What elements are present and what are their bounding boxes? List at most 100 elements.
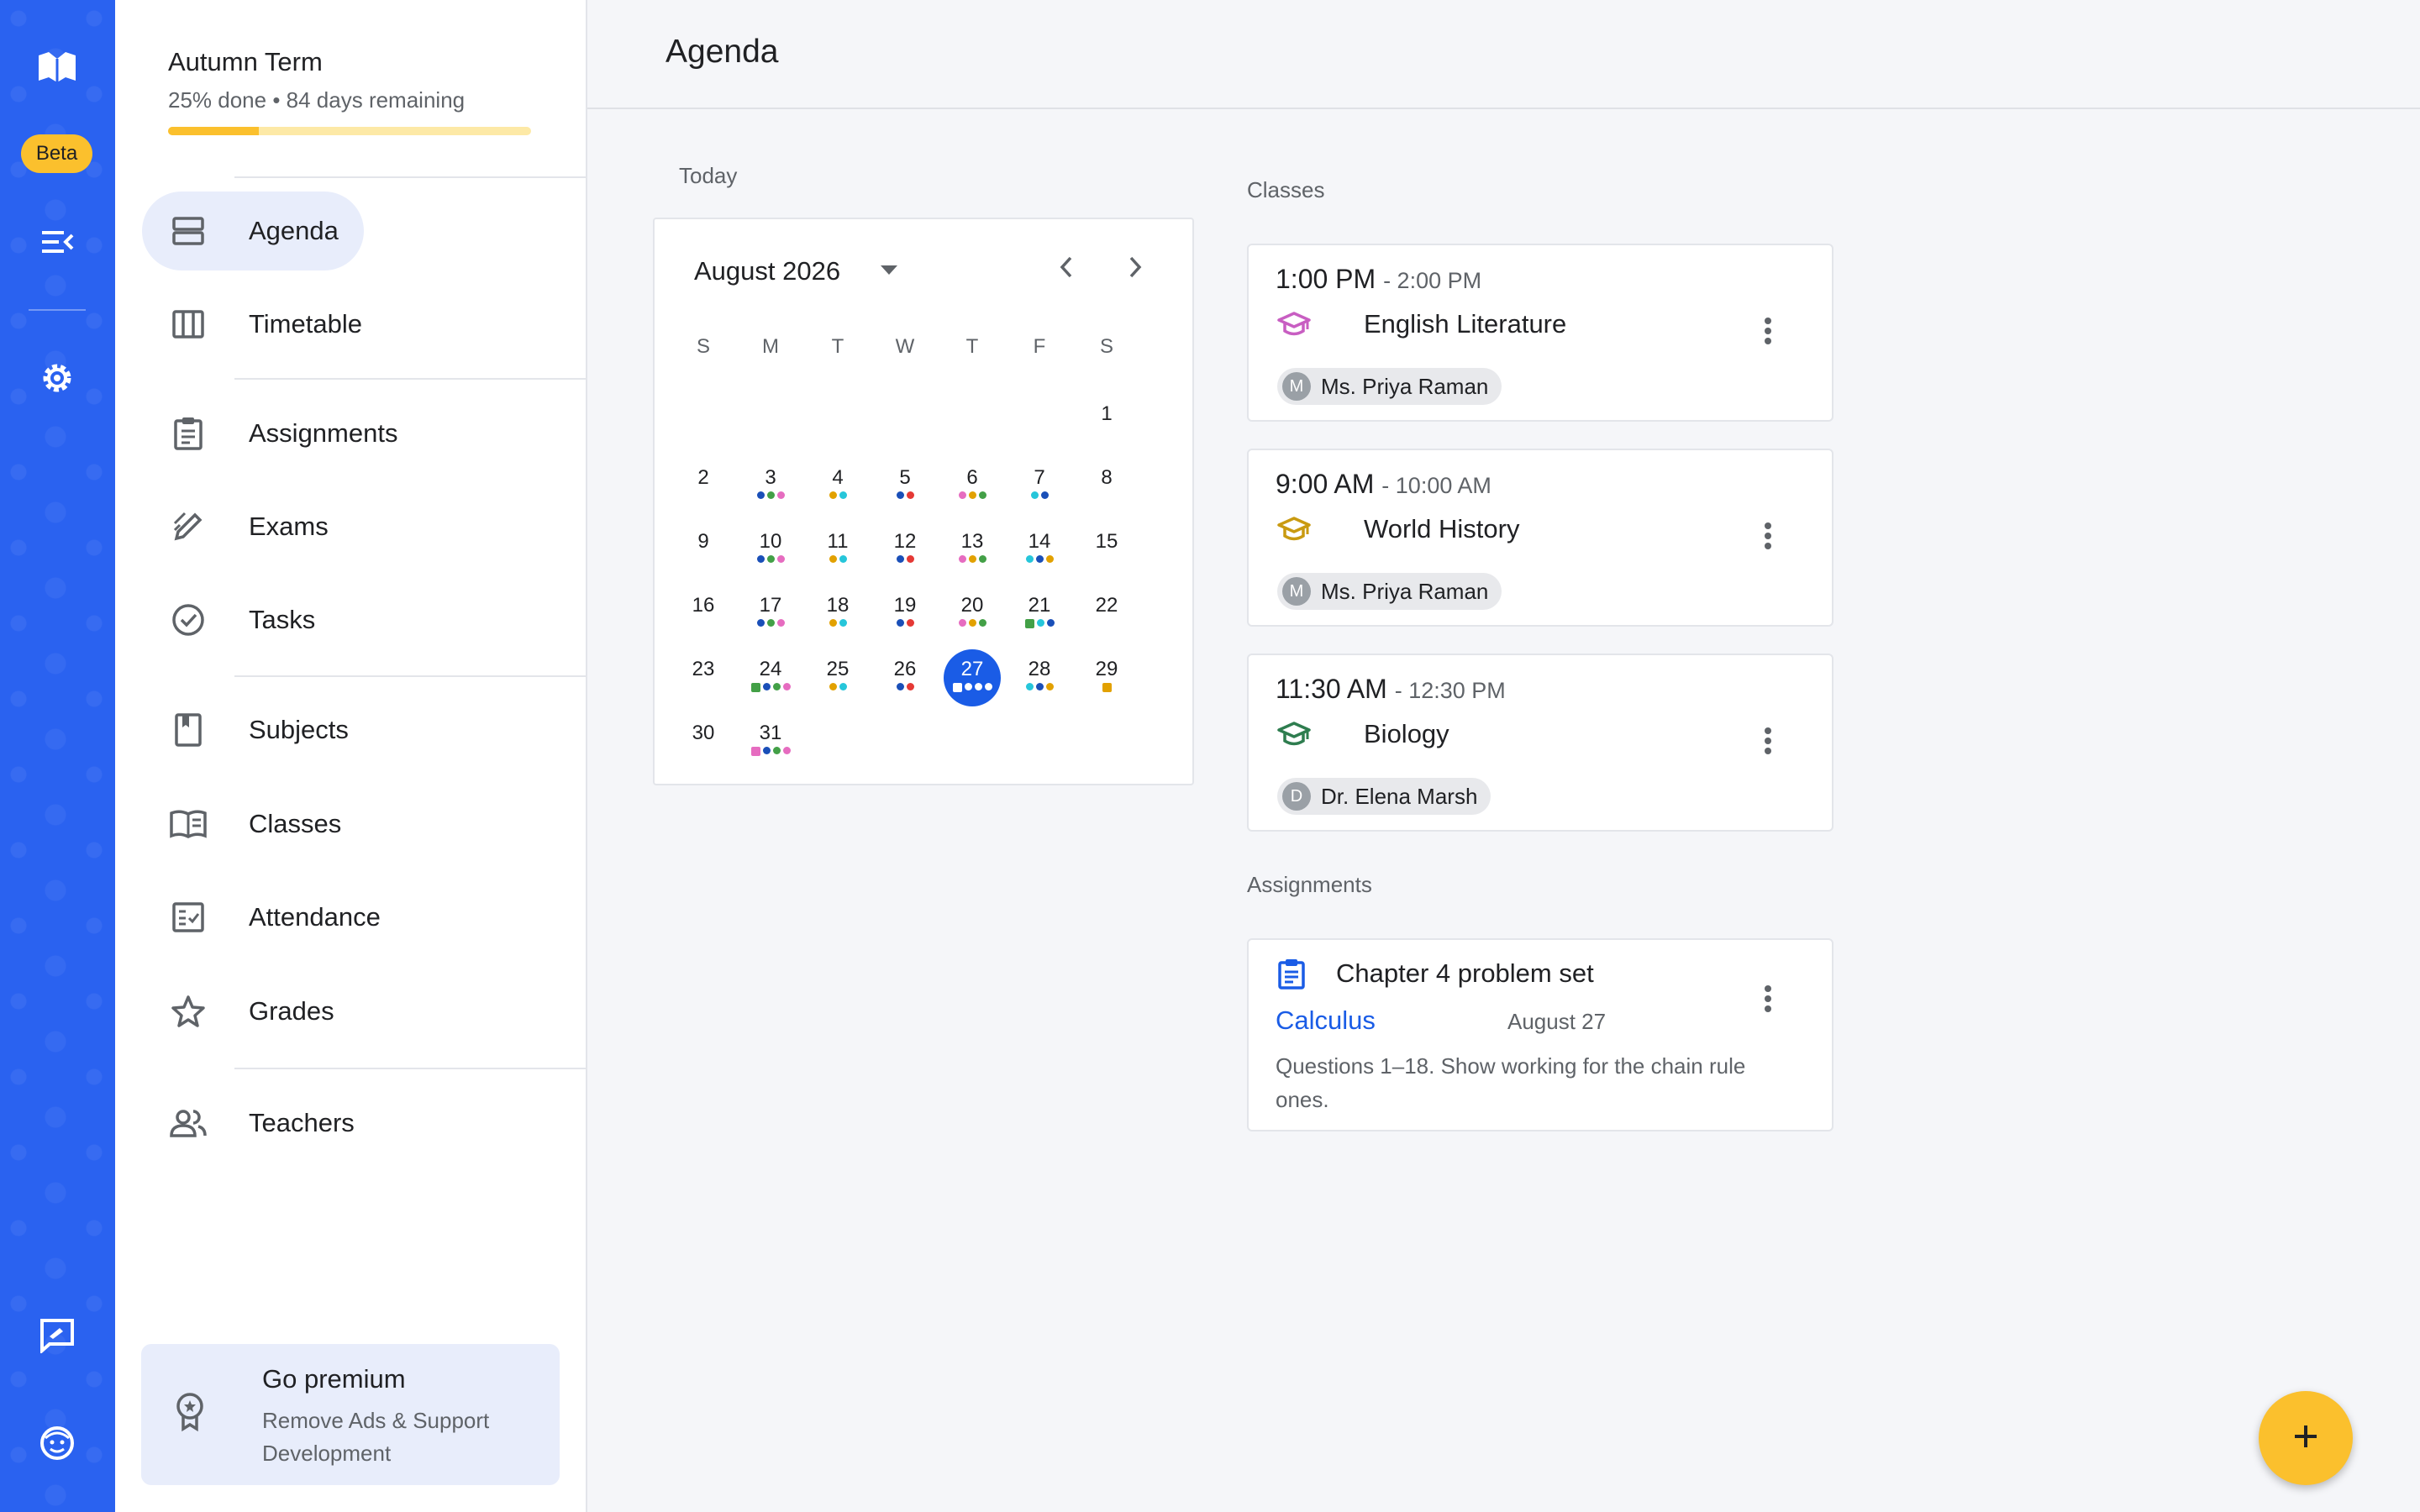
class-start-time: 9:00 AM: [1276, 469, 1375, 499]
event-dot-marker: [964, 683, 972, 690]
calendar-day[interactable]: 26: [876, 649, 934, 706]
class-end-time: - 2:00 PM: [1383, 268, 1482, 293]
calendar-day[interactable]: 9: [675, 522, 732, 579]
calendar-day[interactable]: 11: [809, 522, 866, 579]
calendar-day[interactable]: 16: [675, 585, 732, 643]
calendar-day[interactable]: 14: [1011, 522, 1068, 579]
nav-item-teachers[interactable]: Teachers: [142, 1084, 380, 1163]
nav-divider: [234, 675, 586, 677]
calendar-day[interactable]: 21: [1011, 585, 1068, 643]
event-dot-marker: [906, 683, 914, 690]
calendar-day[interactable]: 4: [809, 458, 866, 515]
event-dot-marker: [1025, 683, 1034, 690]
calendar-day[interactable]: 23: [675, 649, 732, 706]
calendar-day[interactable]: 25: [809, 649, 866, 706]
month-dropdown-icon[interactable]: [880, 265, 898, 281]
calendar-day[interactable]: 8: [1078, 458, 1135, 515]
nav-item-assignments[interactable]: Assignments: [142, 394, 423, 473]
calendar-day[interactable]: 12: [876, 522, 934, 579]
calendar-day[interactable]: 1: [1078, 394, 1135, 451]
class-start-time: 1:00 PM: [1276, 264, 1376, 294]
more-options-icon[interactable]: [1763, 316, 1773, 350]
calendar-day[interactable]: 13: [944, 522, 1001, 579]
class-card[interactable]: 11:30 AM - 12:30 PM Biology D Dr. Elena M…: [1247, 654, 1833, 832]
calendar-day[interactable]: 10: [742, 522, 799, 579]
event-dot-marker: [776, 491, 785, 499]
calendar-day[interactable]: 22: [1078, 585, 1135, 643]
calendar-day[interactable]: 30: [675, 713, 732, 770]
add-fab-button[interactable]: [2259, 1391, 2353, 1485]
weekday-label: F: [1033, 335, 1046, 358]
collapse-menu-icon[interactable]: [32, 217, 82, 267]
page-title: Agenda: [666, 34, 779, 70]
calendar-day[interactable]: 20: [944, 585, 1001, 643]
event-dot-marker: [958, 619, 966, 627]
calendar-day[interactable]: 3: [742, 458, 799, 515]
teacher-avatar: D: [1282, 782, 1311, 811]
nav-divider: [234, 378, 586, 380]
calendar-day[interactable]: 19: [876, 585, 934, 643]
next-month-icon[interactable]: [1122, 255, 1147, 284]
calendar-day[interactable]: 2: [675, 458, 732, 515]
graduation-cap-icon: [1277, 311, 1311, 342]
logo-icon[interactable]: [32, 42, 82, 92]
teacher-chip[interactable]: M Ms. Priya Raman: [1277, 573, 1502, 610]
teachers-icon: [163, 1108, 213, 1138]
more-options-icon[interactable]: [1763, 984, 1773, 1018]
calendar-day[interactable]: 29: [1078, 649, 1135, 706]
event-dot-marker: [762, 747, 771, 754]
event-dot-marker: [968, 619, 976, 627]
assignment-due-date: August 27: [1507, 1009, 1607, 1034]
previous-month-icon[interactable]: [1055, 255, 1080, 284]
sidebar: Autumn Term 25% done • 84 days remaining…: [115, 0, 587, 1512]
event-dot-marker: [756, 555, 765, 563]
calendar-day[interactable]: 31: [742, 713, 799, 770]
nav-divider: [234, 176, 586, 178]
weekday-label: T: [831, 335, 844, 358]
teacher-chip[interactable]: D Dr. Elena Marsh: [1277, 778, 1491, 815]
calendar-day[interactable]: 7: [1011, 458, 1068, 515]
nav-item-attendance[interactable]: Attendance: [142, 878, 406, 957]
class-name: English Literature: [1364, 309, 1567, 339]
nav-item-subjects[interactable]: Subjects: [142, 690, 374, 769]
assignment-card[interactable]: Chapter 4 problem set Calculus August 27…: [1247, 938, 1833, 1131]
event-dot-marker: [974, 683, 982, 690]
calendar-day[interactable]: 24: [742, 649, 799, 706]
calendar-day[interactable]: 6: [944, 458, 1001, 515]
month-calendar: August 2026 S M T W T F S 1 2 3 4 5 6 7 8 9 10 11 12 13 14 15…: [653, 218, 1194, 785]
more-options-icon[interactable]: [1763, 521, 1773, 555]
calendar-day[interactable]: 17: [742, 585, 799, 643]
nav-item-tasks[interactable]: Tasks: [142, 580, 340, 659]
class-card[interactable]: 1:00 PM - 2:00 PM English Literature M Ms…: [1247, 244, 1833, 422]
event-dot-marker: [829, 555, 837, 563]
calendar-day[interactable]: 18: [809, 585, 866, 643]
more-options-icon[interactable]: [1763, 726, 1773, 760]
event-dot-marker: [984, 683, 992, 690]
event-square-marker: [1102, 683, 1112, 692]
calendar-day[interactable]: 5: [876, 458, 934, 515]
teacher-chip[interactable]: M Ms. Priya Raman: [1277, 368, 1502, 405]
settings-icon[interactable]: [32, 353, 82, 403]
nav-item-grades[interactable]: Grades: [142, 972, 360, 1051]
calendar-day[interactable]: 15: [1078, 522, 1135, 579]
go-premium-card[interactable]: Go premium Remove Ads & Support Developm…: [141, 1344, 560, 1485]
event-dot-marker: [782, 683, 791, 690]
class-card[interactable]: 9:00 AM - 10:00 AM World History M Ms. Pr…: [1247, 449, 1833, 627]
teacher-avatar: M: [1282, 372, 1311, 401]
event-dot-marker: [1025, 555, 1034, 563]
assignment-subject-link[interactable]: Calculus: [1276, 1005, 1376, 1036]
page-header: Agenda: [587, 0, 2420, 109]
event-dot-marker: [839, 683, 847, 690]
nav-item-classes[interactable]: Classes: [142, 785, 366, 864]
calendar-day[interactable]: 28: [1011, 649, 1068, 706]
nav-item-agenda[interactable]: Agenda: [142, 192, 364, 270]
nav-item-timetable[interactable]: Timetable: [142, 285, 387, 364]
account-icon[interactable]: [32, 1418, 82, 1468]
class-name: Biology: [1364, 719, 1449, 748]
classes-section-label: Classes: [1247, 177, 1325, 202]
feedback-icon[interactable]: [32, 1310, 82, 1361]
rail-divider: [29, 309, 86, 311]
event-dot-marker: [906, 555, 914, 563]
nav-item-exams[interactable]: Exams: [142, 487, 354, 566]
calendar-day-today[interactable]: 27: [944, 649, 1001, 706]
